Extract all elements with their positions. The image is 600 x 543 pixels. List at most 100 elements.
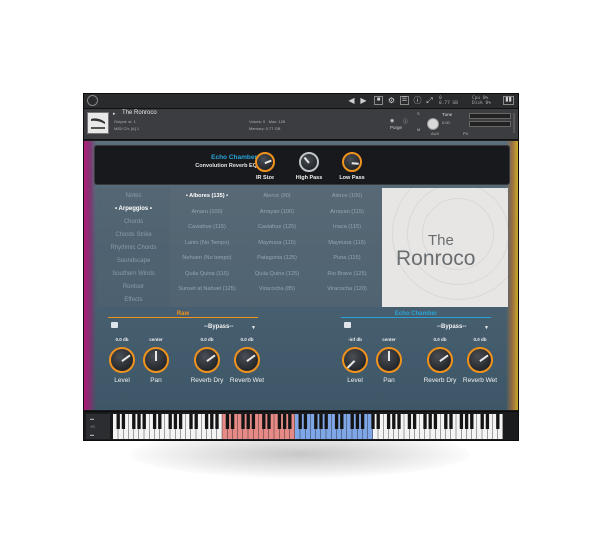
black-key[interactable]	[449, 414, 453, 429]
volume-slider[interactable]	[469, 113, 511, 119]
echo-level-knob[interactable]	[342, 347, 368, 373]
raw-reverb-dry-knob[interactable]	[194, 347, 220, 373]
black-key[interactable]	[210, 414, 214, 429]
black-key[interactable]	[121, 414, 126, 429]
pv-button[interactable]: PV	[463, 131, 468, 136]
black-key[interactable]	[464, 414, 469, 429]
echo-reverb-dry-knob[interactable]	[427, 347, 453, 373]
solo-button[interactable]: S	[417, 111, 420, 116]
chevron-down-icon[interactable]: ▼	[484, 325, 489, 331]
black-key[interactable]	[314, 414, 318, 429]
black-key[interactable]	[173, 414, 178, 429]
purge-button[interactable]: Purge	[390, 125, 402, 130]
black-key[interactable]	[132, 414, 136, 429]
chevron-left-icon[interactable]: ◀	[347, 96, 356, 105]
category-southern-winds[interactable]: Southern Winds	[97, 271, 170, 277]
preset-item[interactable]: Quila Quina (115)	[174, 271, 240, 277]
category-soundscape[interactable]: Soundscape	[97, 258, 170, 264]
black-key[interactable]	[204, 414, 209, 429]
black-key[interactable]	[470, 414, 474, 429]
pan-slider[interactable]	[469, 121, 511, 127]
black-key[interactable]	[246, 414, 250, 429]
raw-eq-icon[interactable]	[111, 322, 118, 328]
black-key[interactable]	[319, 414, 323, 429]
black-key[interactable]	[137, 414, 141, 429]
save-icon[interactable]: ■	[374, 96, 383, 105]
black-key[interactable]	[215, 414, 219, 429]
chevron-down-icon[interactable]: ▼	[251, 325, 256, 331]
preset-item[interactable]: Patagonia (125)	[244, 255, 310, 261]
preset-item[interactable]: • Albores (135) •	[174, 193, 240, 199]
category-effects[interactable]: Effects	[97, 297, 170, 303]
preset-item[interactable]: Viracocha (120)	[314, 286, 380, 292]
echo-bypass-dropdown[interactable]: --Bypass--	[437, 324, 466, 330]
category-notes[interactable]: Notes	[97, 193, 170, 199]
category-chords[interactable]: Chords	[97, 219, 170, 225]
fx-low-pass-knob[interactable]	[342, 152, 362, 172]
echo-eq-icon[interactable]	[344, 322, 351, 328]
black-key[interactable]	[267, 414, 271, 429]
preset-item[interactable]: Arrayan (100)	[244, 209, 310, 215]
black-key[interactable]	[371, 414, 375, 429]
mute-button[interactable]: M	[417, 127, 420, 132]
black-key[interactable]	[376, 414, 380, 429]
black-key[interactable]	[262, 414, 266, 429]
piano-keyboard[interactable]	[113, 414, 503, 439]
black-key[interactable]	[142, 414, 146, 429]
black-key[interactable]	[423, 414, 427, 429]
aux-button[interactable]: AUX	[431, 131, 439, 136]
pitch-wheel[interactable]: ▬	[90, 416, 94, 421]
black-key[interactable]	[485, 414, 490, 429]
black-key[interactable]	[355, 414, 360, 429]
black-key[interactable]	[158, 414, 162, 429]
black-key[interactable]	[178, 414, 183, 429]
black-key[interactable]	[324, 414, 328, 429]
black-key[interactable]	[303, 414, 308, 429]
raw-level-knob[interactable]	[109, 347, 135, 373]
preset-item[interactable]: Rio Bravo (125)	[314, 271, 380, 277]
black-key[interactable]	[496, 414, 500, 429]
raw-reverb-wet-knob[interactable]	[234, 347, 260, 373]
black-key[interactable]	[412, 414, 417, 429]
black-key[interactable]	[152, 414, 157, 429]
preset-item[interactable]: Arrayan (115)	[314, 209, 380, 215]
category-rontoor[interactable]: Rontoor	[97, 284, 170, 290]
mod-wheel[interactable]: ▬	[90, 432, 94, 437]
tune-knob[interactable]	[427, 118, 439, 130]
black-key[interactable]	[251, 414, 256, 429]
preset-item[interactable]: Inaca (115)	[314, 224, 380, 230]
black-key[interactable]	[288, 414, 292, 429]
raw-bypass-dropdown[interactable]: --Bypass--	[204, 324, 233, 330]
black-key[interactable]	[433, 414, 438, 429]
black-key[interactable]	[116, 414, 120, 429]
black-key[interactable]	[340, 414, 344, 429]
chevron-right-icon[interactable]: ▶	[359, 96, 368, 105]
preset-item[interactable]: Caviahue (115)	[174, 224, 240, 230]
preset-item[interactable]: Sunset at Nahuel (125)	[174, 286, 240, 292]
preset-item[interactable]: Viracocha (85)	[244, 286, 310, 292]
black-key[interactable]	[480, 414, 484, 429]
black-key[interactable]	[230, 414, 235, 429]
raw-pan-knob[interactable]	[143, 347, 169, 373]
preset-item[interactable]: Quila Quina (125)	[244, 271, 310, 277]
black-key[interactable]	[392, 414, 396, 429]
instrument-title[interactable]: The Ronroco	[122, 110, 157, 116]
output-selector[interactable]: Output: st. 1	[114, 119, 136, 124]
gear-icon[interactable]: ⚙	[387, 96, 396, 105]
preset-item[interactable]: Amaru (100)	[174, 209, 240, 215]
black-key[interactable]	[298, 414, 302, 429]
camera-icon[interactable]: ◉	[390, 118, 394, 124]
preset-item[interactable]: Maymara (115)	[244, 240, 310, 246]
max-voices-value[interactable]: 128	[278, 119, 285, 124]
black-key[interactable]	[241, 414, 245, 429]
preset-item[interactable]: Nehuen (No tempo)	[174, 255, 240, 261]
black-key[interactable]	[350, 414, 354, 429]
expand-icon[interactable]: ⤢	[425, 96, 434, 105]
fx-high-pass-knob[interactable]	[299, 152, 319, 172]
black-key[interactable]	[444, 414, 448, 429]
preset-item[interactable]: Puna (115)	[314, 255, 380, 261]
black-key[interactable]	[459, 414, 464, 429]
echo-reverb-wet-knob[interactable]	[467, 347, 493, 373]
midi-channel-selector[interactable]: MIDI Ch: [A] 1	[114, 126, 139, 131]
preset-item[interactable]: Alerce (100)	[314, 193, 380, 199]
